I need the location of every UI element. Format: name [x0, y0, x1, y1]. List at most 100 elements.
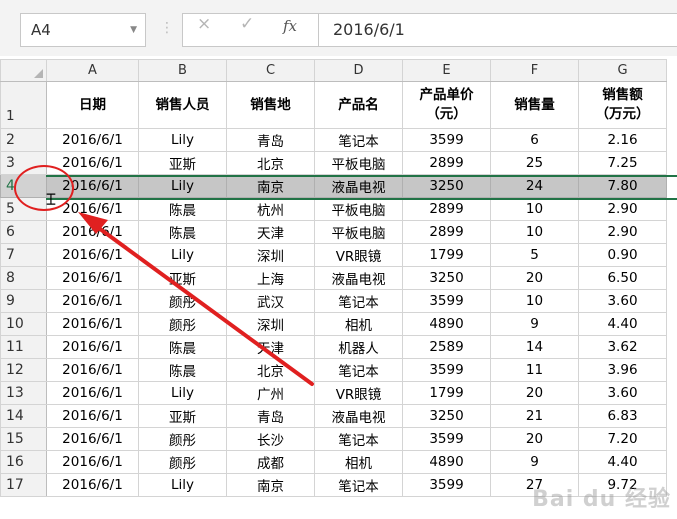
cell-f13[interactable]: 20: [490, 381, 579, 405]
cell-a15[interactable]: 2016/6/1: [46, 427, 139, 451]
chevron-down-icon[interactable]: ▼: [130, 14, 137, 46]
cell-a16[interactable]: 2016/6/1: [46, 450, 139, 474]
cell-a8[interactable]: 2016/6/1: [46, 266, 139, 290]
cell-d6[interactable]: 平板电脑: [314, 220, 403, 244]
cell-a11[interactable]: 2016/6/1: [46, 335, 139, 359]
column-header-a[interactable]: A: [46, 59, 139, 82]
cell-f7[interactable]: 5: [490, 243, 579, 267]
row-header[interactable]: 13: [0, 381, 47, 405]
cell-g15[interactable]: 7.20: [578, 427, 667, 451]
cell-c11[interactable]: 天津: [226, 335, 315, 359]
cell-b3[interactable]: 亚斯: [138, 151, 227, 175]
header-cell[interactable]: 日期: [46, 81, 139, 129]
cell-a14[interactable]: 2016/6/1: [46, 404, 139, 428]
cell-f15[interactable]: 20: [490, 427, 579, 451]
cell-c3[interactable]: 北京: [226, 151, 315, 175]
column-header-d[interactable]: D: [314, 59, 403, 82]
cell-f12[interactable]: 11: [490, 358, 579, 382]
cell-c16[interactable]: 成都: [226, 450, 315, 474]
cell-a2[interactable]: 2016/6/1: [46, 128, 139, 152]
cell-e12[interactable]: 3599: [402, 358, 491, 382]
row-header[interactable]: 7: [0, 243, 47, 267]
cell-c5[interactable]: 杭州: [226, 197, 315, 221]
row-header[interactable]: 17: [0, 473, 47, 497]
row-header[interactable]: 6: [0, 220, 47, 244]
cell-c12[interactable]: 北京: [226, 358, 315, 382]
cell-d2[interactable]: 笔记本: [314, 128, 403, 152]
cell-b17[interactable]: Lily: [138, 473, 227, 497]
cell-e7[interactable]: 1799: [402, 243, 491, 267]
cell-a10[interactable]: 2016/6/1: [46, 312, 139, 336]
cell-b11[interactable]: 陈晨: [138, 335, 227, 359]
cell-e2[interactable]: 3599: [402, 128, 491, 152]
cell-e15[interactable]: 3599: [402, 427, 491, 451]
cell-e13[interactable]: 1799: [402, 381, 491, 405]
row-header[interactable]: 1: [0, 81, 47, 129]
selection-border-bottom[interactable]: [46, 198, 677, 200]
cell-g3[interactable]: 7.25: [578, 151, 667, 175]
header-cell[interactable]: 销售额 （万元）: [578, 81, 667, 129]
cell-g8[interactable]: 6.50: [578, 266, 667, 290]
name-box[interactable]: A4 ▼: [20, 13, 146, 47]
cell-e9[interactable]: 3599: [402, 289, 491, 313]
cell-g2[interactable]: 2.16: [578, 128, 667, 152]
cell-b2[interactable]: Lily: [138, 128, 227, 152]
header-cell[interactable]: 销售地: [226, 81, 315, 129]
cell-g7[interactable]: 0.90: [578, 243, 667, 267]
cell-c6[interactable]: 天津: [226, 220, 315, 244]
cell-d5[interactable]: 平板电脑: [314, 197, 403, 221]
column-header-f[interactable]: F: [490, 59, 579, 82]
header-cell[interactable]: 产品名: [314, 81, 403, 129]
cell-d8[interactable]: 液晶电视: [314, 266, 403, 290]
cell-b16[interactable]: 颜彤: [138, 450, 227, 474]
cell-g14[interactable]: 6.83: [578, 404, 667, 428]
cell-e16[interactable]: 4890: [402, 450, 491, 474]
row-header[interactable]: 16: [0, 450, 47, 474]
cell-c10[interactable]: 深圳: [226, 312, 315, 336]
cell-b13[interactable]: Lily: [138, 381, 227, 405]
cell-b14[interactable]: 亚斯: [138, 404, 227, 428]
cell-f8[interactable]: 20: [490, 266, 579, 290]
cell-c14[interactable]: 青岛: [226, 404, 315, 428]
cell-g6[interactable]: 2.90: [578, 220, 667, 244]
cell-g9[interactable]: 3.60: [578, 289, 667, 313]
cell-b6[interactable]: 陈晨: [138, 220, 227, 244]
cell-d17[interactable]: 笔记本: [314, 473, 403, 497]
cell-d3[interactable]: 平板电脑: [314, 151, 403, 175]
cell-f5[interactable]: 10: [490, 197, 579, 221]
cell-e11[interactable]: 2589: [402, 335, 491, 359]
row-header[interactable]: 14: [0, 404, 47, 428]
cell-e4[interactable]: 3250: [402, 174, 491, 198]
header-cell[interactable]: 销售人员: [138, 81, 227, 129]
cell-d9[interactable]: 笔记本: [314, 289, 403, 313]
cell-g16[interactable]: 4.40: [578, 450, 667, 474]
cell-g11[interactable]: 3.62: [578, 335, 667, 359]
cell-b5[interactable]: 陈晨: [138, 197, 227, 221]
cell-f4[interactable]: 24: [490, 174, 579, 198]
header-cell[interactable]: 产品单价 （元）: [402, 81, 491, 129]
column-header-b[interactable]: B: [138, 59, 227, 82]
cell-f9[interactable]: 10: [490, 289, 579, 313]
cell-d15[interactable]: 笔记本: [314, 427, 403, 451]
cell-e10[interactable]: 4890: [402, 312, 491, 336]
cell-a7[interactable]: 2016/6/1: [46, 243, 139, 267]
cell-f14[interactable]: 21: [490, 404, 579, 428]
insert-function-icon[interactable]: fx: [283, 17, 297, 35]
row-header[interactable]: 15: [0, 427, 47, 451]
cell-a9[interactable]: 2016/6/1: [46, 289, 139, 313]
column-header-g[interactable]: G: [578, 59, 667, 82]
cell-f2[interactable]: 6: [490, 128, 579, 152]
cell-c2[interactable]: 青岛: [226, 128, 315, 152]
cancel-icon[interactable]: ×: [197, 14, 211, 34]
check-icon[interactable]: ✓: [240, 14, 254, 34]
cell-d12[interactable]: 笔记本: [314, 358, 403, 382]
cell-a6[interactable]: 2016/6/1: [46, 220, 139, 244]
cell-b10[interactable]: 颜彤: [138, 312, 227, 336]
cell-e3[interactable]: 2899: [402, 151, 491, 175]
cell-c13[interactable]: 广州: [226, 381, 315, 405]
column-header-e[interactable]: E: [402, 59, 491, 82]
cell-c7[interactable]: 深圳: [226, 243, 315, 267]
formula-input[interactable]: 2016/6/1: [318, 13, 677, 47]
cell-b12[interactable]: 陈晨: [138, 358, 227, 382]
cell-c15[interactable]: 长沙: [226, 427, 315, 451]
